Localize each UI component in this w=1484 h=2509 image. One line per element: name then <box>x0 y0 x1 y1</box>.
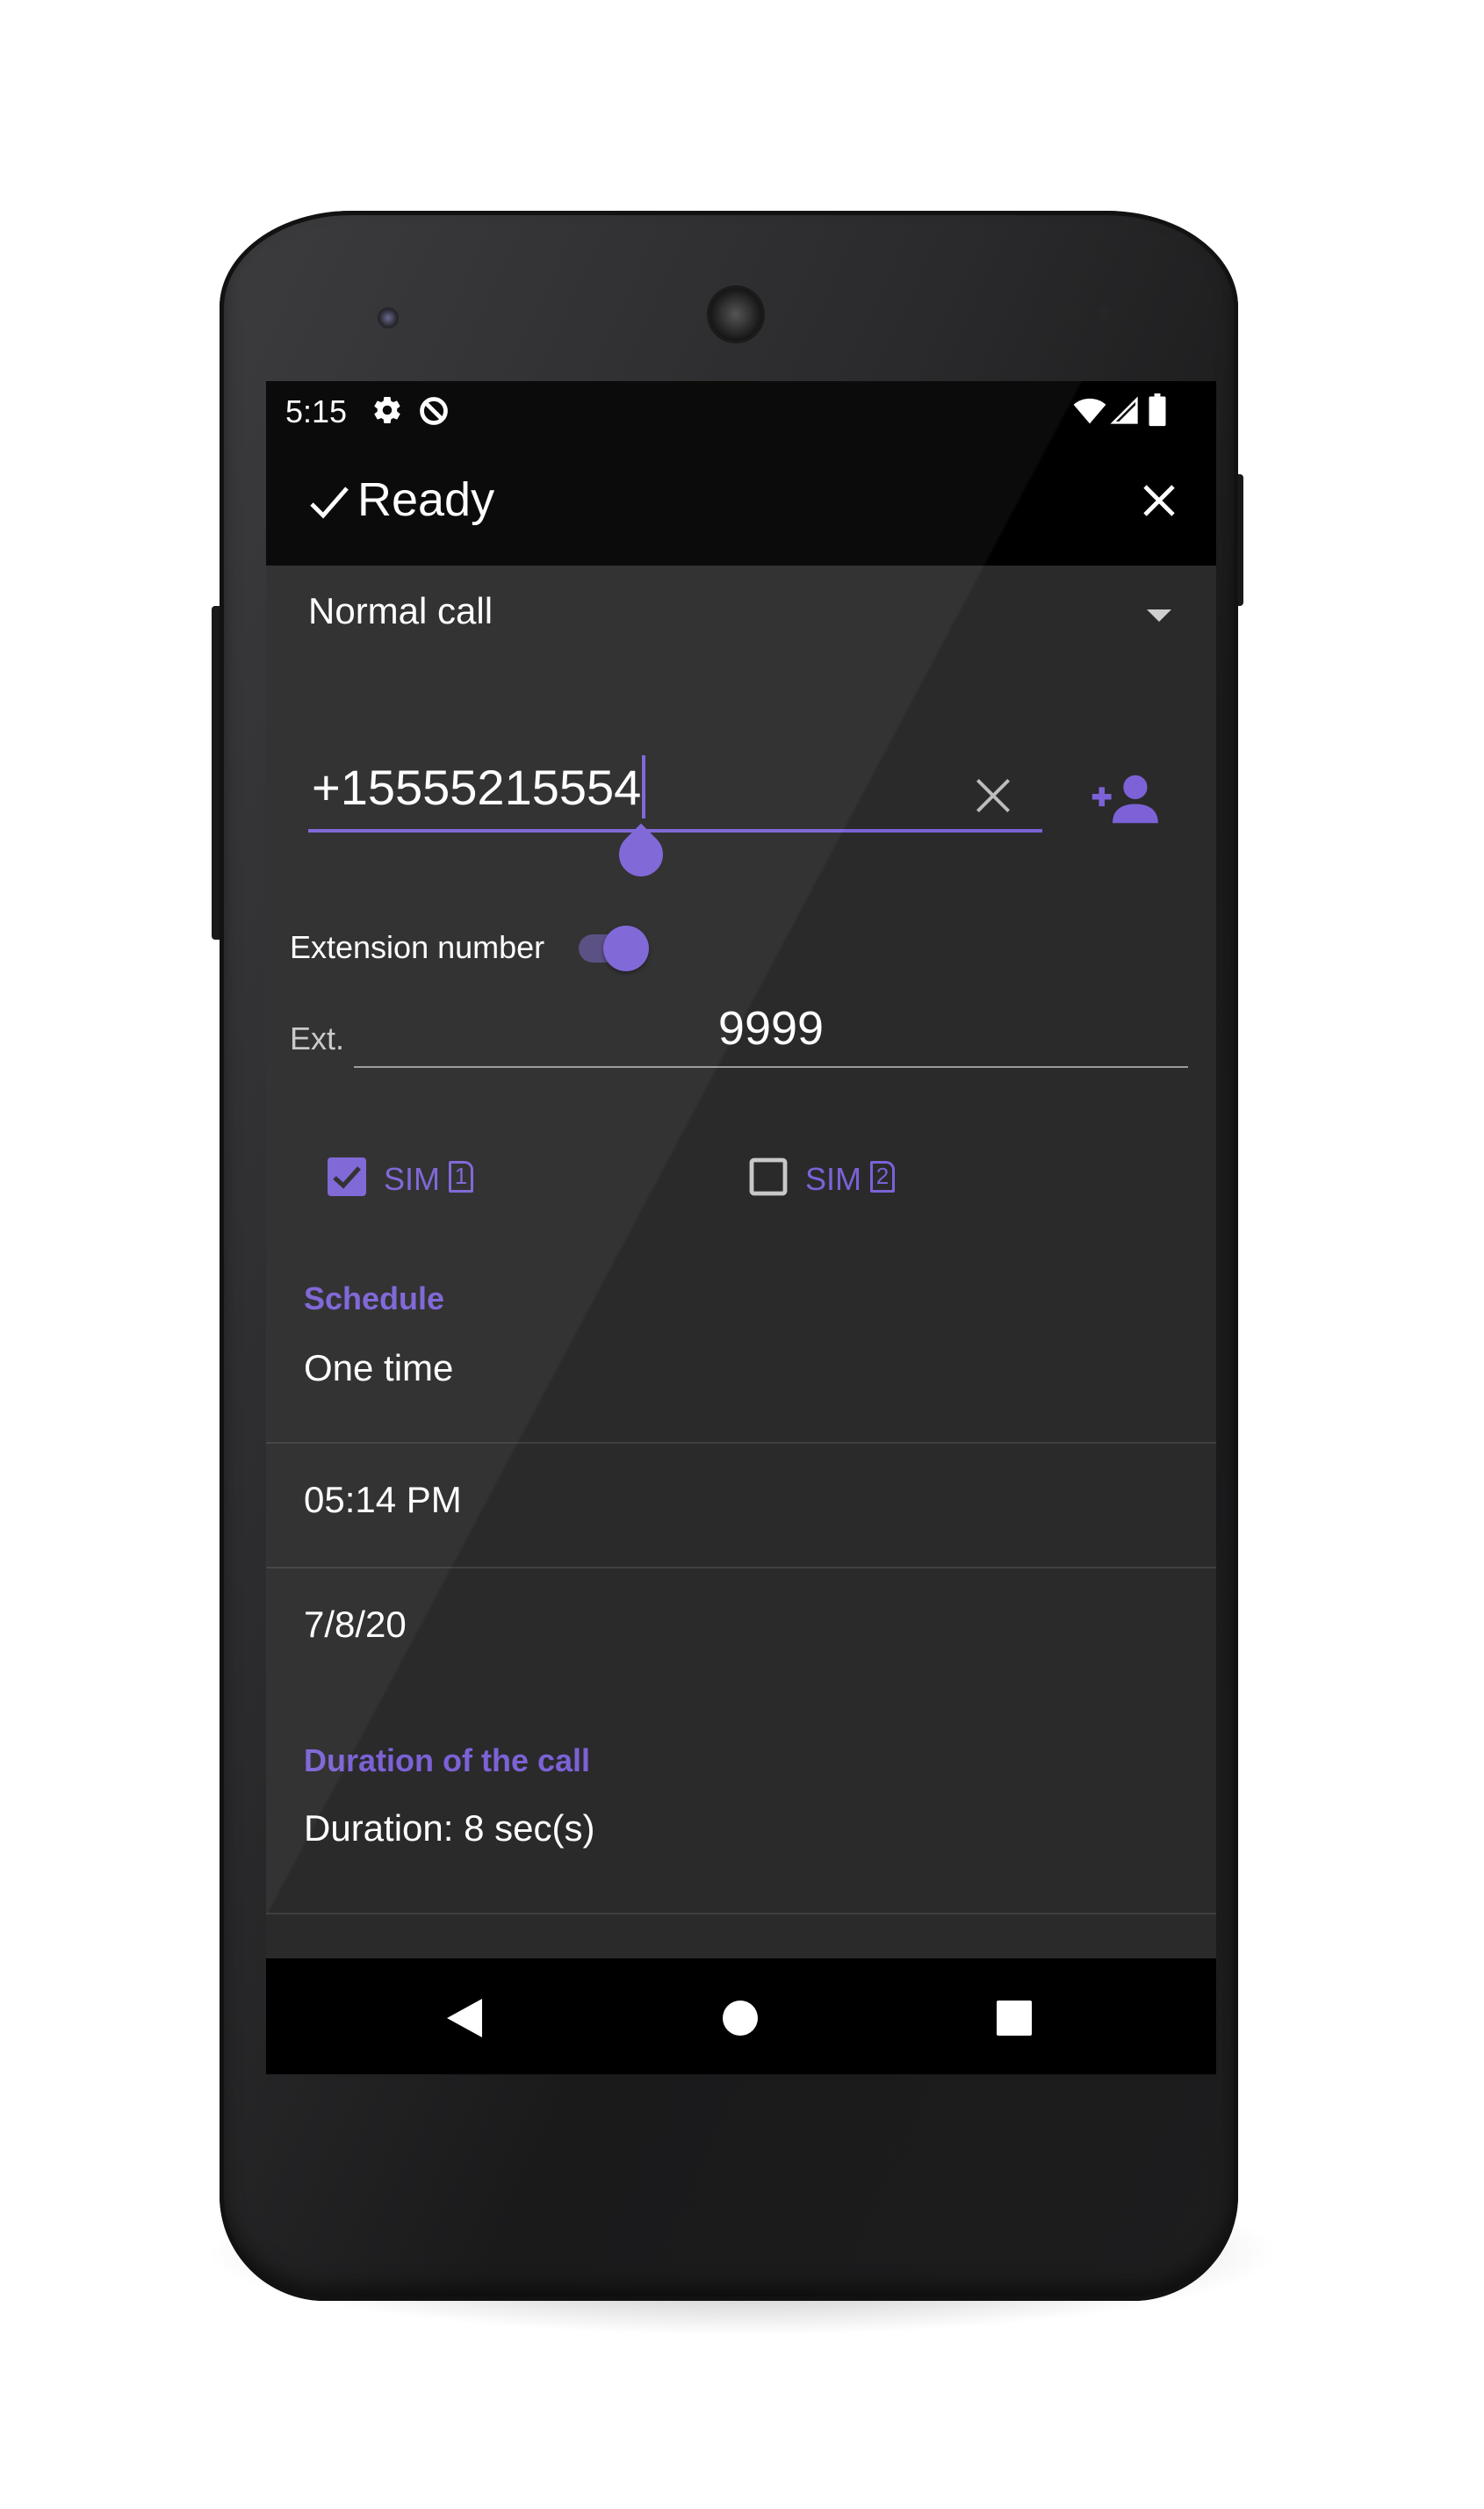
close-icon[interactable] <box>1142 483 1177 518</box>
clear-icon[interactable] <box>974 776 1012 815</box>
sim2-label: SIM <box>805 1161 862 1197</box>
call-type-dropdown[interactable]: Normal call <box>266 566 1216 662</box>
data-saver-icon <box>420 397 448 425</box>
sim1-slot: 1 <box>454 1163 468 1189</box>
checkbox-checked-icon <box>328 1157 366 1196</box>
home-icon[interactable] <box>723 2001 758 2036</box>
chevron-down-icon <box>1147 609 1171 622</box>
battery-icon <box>1149 393 1166 427</box>
front-camera <box>378 307 399 328</box>
toggle-thumb <box>603 926 649 971</box>
schedule-repeat-item[interactable]: One time <box>266 1330 1216 1442</box>
checkbox-unchecked-icon <box>749 1157 788 1196</box>
schedule-date-item[interactable]: 7/8/20 <box>266 1568 1216 1683</box>
navigation-bar <box>266 1958 1216 2074</box>
recents-icon[interactable] <box>997 2001 1032 2036</box>
screen: 5:15 Ready Normal call +15555215554 Exte… <box>266 381 1216 2074</box>
phone-number-field[interactable]: +15555215554 <box>308 750 1042 838</box>
toolbar: Ready <box>266 441 1216 566</box>
schedule-time-item[interactable]: 05:14 PM <box>266 1444 1216 1567</box>
schedule-time-value: 05:14 PM <box>304 1479 462 1520</box>
earpiece-speaker <box>710 288 762 341</box>
toolbar-title: Ready <box>357 473 495 526</box>
schedule-header: Schedule <box>304 1280 445 1316</box>
light-sensor <box>1098 307 1110 320</box>
sim1-label: SIM <box>384 1161 441 1197</box>
schedule-date-value: 7/8/20 <box>304 1604 407 1645</box>
duration-value: Duration: 8 sec(s) <box>304 1807 595 1849</box>
sim-card-icon: 1 <box>449 1161 473 1193</box>
extension-toggle[interactable] <box>575 924 654 973</box>
signal-icon <box>1110 396 1138 424</box>
status-bar: 5:15 <box>266 381 1216 441</box>
status-time: 5:15 <box>285 393 348 429</box>
check-icon <box>310 487 349 519</box>
sim2-checkbox[interactable]: SIM 2 <box>747 1150 923 1203</box>
ext-value[interactable]: 9999 <box>354 1001 1188 1056</box>
divider <box>266 1913 1216 1914</box>
duration-item[interactable]: Duration: 8 sec(s) <box>266 1786 1216 1900</box>
text-cursor <box>642 755 645 818</box>
add-contact-icon[interactable] <box>1090 773 1162 826</box>
sim2-slot: 2 <box>875 1163 890 1189</box>
duration-header: Duration of the call <box>304 1742 591 1778</box>
ext-underline <box>354 1066 1188 1068</box>
back-icon[interactable] <box>447 1999 482 2037</box>
ext-input[interactable]: 9999 <box>354 996 1188 1075</box>
schedule-repeat-value: One time <box>304 1347 454 1388</box>
gear-icon <box>374 397 400 424</box>
sim-card-icon: 2 <box>870 1161 895 1193</box>
call-type-value: Normal call <box>308 590 493 631</box>
input-underline <box>308 829 1042 833</box>
phone-number-input[interactable]: +15555215554 <box>312 759 641 816</box>
sim1-checkbox[interactable]: SIM 1 <box>326 1150 501 1203</box>
proximity-sensor <box>1064 306 1080 321</box>
ext-label: Ext. <box>290 1020 345 1056</box>
wifi-icon <box>1073 398 1106 424</box>
extension-label: Extension number <box>290 929 545 965</box>
